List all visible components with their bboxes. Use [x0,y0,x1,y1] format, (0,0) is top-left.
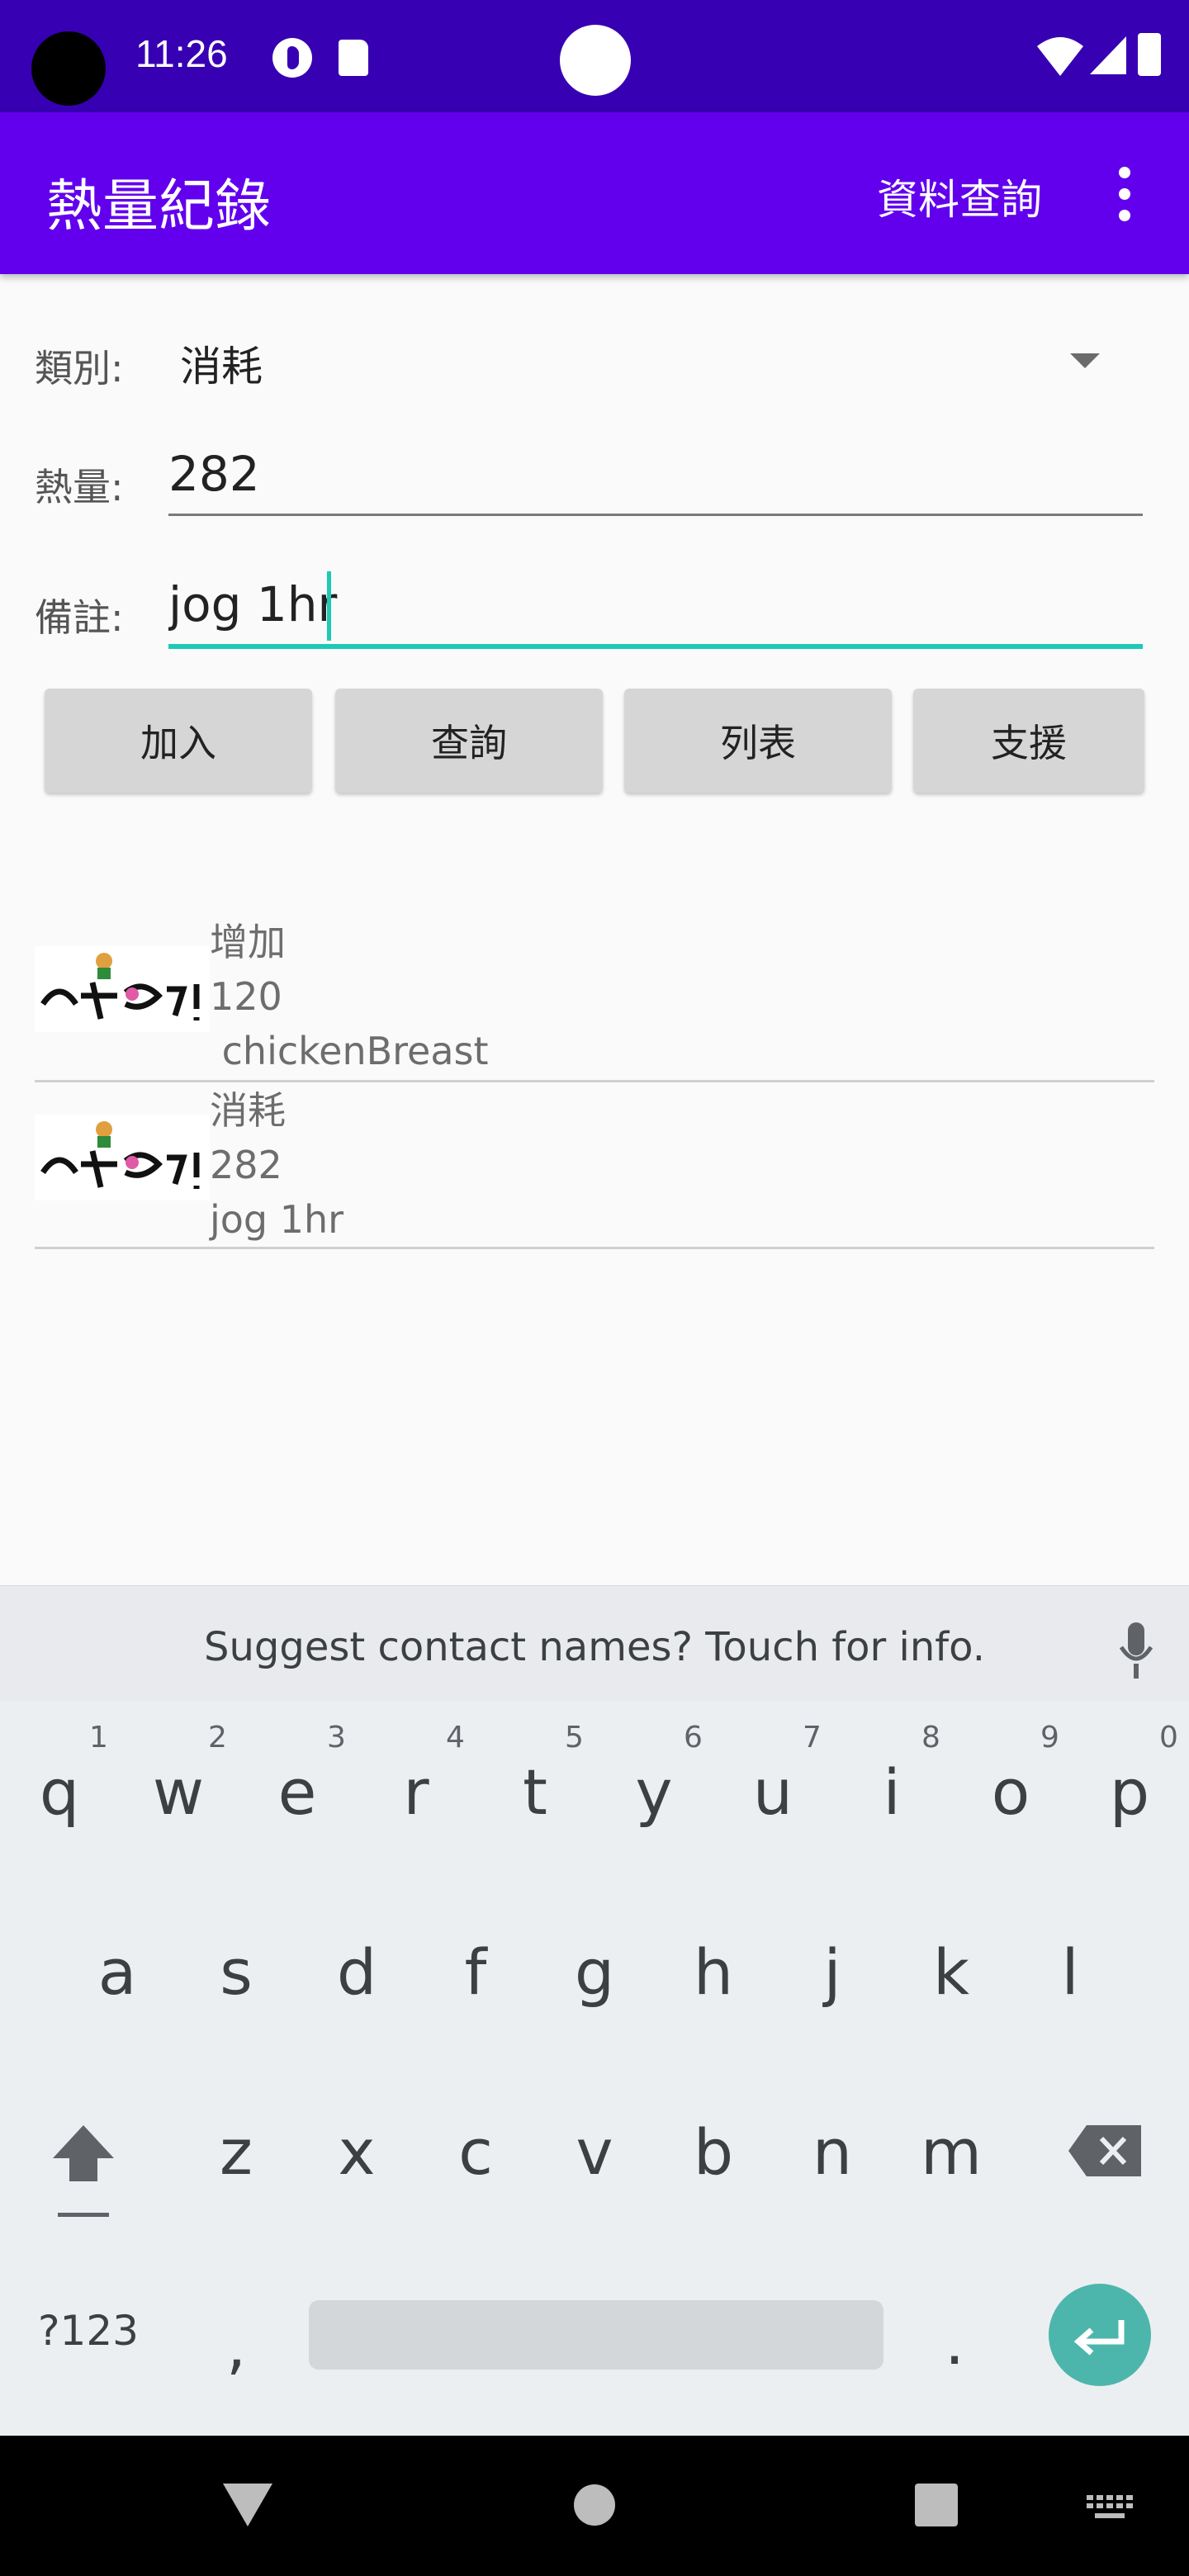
key-g[interactable]: g [561,1935,628,2009]
key-a[interactable]: a [84,1935,150,2009]
record-calories: 282 [210,1143,282,1187]
key-k[interactable]: k [918,1935,984,2009]
support-button[interactable]: 支援 [913,689,1144,793]
key-w[interactable]: w [145,1755,211,1829]
record-note: chickenBreast [210,1029,489,1073]
key-d[interactable]: d [324,1935,390,2009]
key-f[interactable]: f [443,1935,509,2009]
dropdown-arrow-icon[interactable] [1070,353,1100,368]
key-c[interactable]: c [443,2115,509,2189]
navigation-bar [0,2436,1189,2576]
key-i[interactable]: i [859,1755,925,1829]
suggestion-text[interactable]: Suggest contact names? Touch for info. [0,1624,1189,1670]
key-b[interactable]: b [680,2115,746,2189]
signal-icon [1090,36,1126,74]
record-type: 增加 [210,920,286,964]
key-hint-3: 3 [327,1721,346,1754]
data-query-menu-button[interactable]: 資料查詢 [877,167,1042,226]
key-o[interactable]: o [978,1755,1044,1829]
key-h[interactable]: h [680,1935,746,2009]
key-hint-4: 4 [446,1721,465,1754]
note-input[interactable] [168,576,1143,632]
category-label: 類別: [35,346,124,391]
sd-card-icon [339,40,368,76]
key-hint-9: 9 [1040,1721,1059,1754]
add-button[interactable]: 加入 [45,689,312,793]
key-x[interactable]: x [324,2115,390,2189]
home-icon[interactable] [573,2484,616,2526]
key-m[interactable]: m [918,2115,984,2189]
list-divider [35,1247,1154,1249]
overflow-menu-icon[interactable] [1115,167,1135,221]
calories-label: 熱量: [35,465,124,509]
recents-icon[interactable] [915,2484,958,2526]
key-n[interactable]: n [799,2115,865,2189]
list-item[interactable]: 消耗 282 jog 1hr [35,1083,1154,1252]
record-thumbnail [35,946,210,1032]
shift-icon[interactable] [48,2122,119,2218]
record-type: 消耗 [210,1088,286,1133]
category-spinner[interactable]: 消耗 [180,334,263,393]
comma-key[interactable]: , [226,2308,246,2382]
camera-cutout [31,31,106,106]
key-e[interactable]: e [264,1755,330,1829]
calories-input[interactable] [168,446,1143,502]
key-q[interactable]: q [26,1755,92,1829]
record-calories: 120 [210,974,282,1019]
note-underline [168,644,1143,649]
app-bar: 熱量紀錄 資料查詢 [0,112,1189,274]
enter-key[interactable] [1049,2284,1151,2386]
key-hint-6: 6 [684,1721,703,1754]
symbols-key[interactable]: ?123 [38,2307,139,2355]
note-label: 備註: [35,595,124,640]
microphone-icon[interactable] [1120,1622,1153,1680]
key-hint-1: 1 [89,1721,108,1754]
calories-underline [168,514,1143,516]
key-hint-8: 8 [921,1721,940,1754]
key-hint-7: 7 [803,1721,822,1754]
list-button[interactable]: 列表 [624,689,892,793]
key-j[interactable]: j [799,1935,865,2009]
period-key[interactable]: . [945,2305,964,2379]
notification-app-icon [272,38,312,78]
wifi-icon [1037,37,1083,76]
key-hint-2: 2 [208,1721,227,1754]
key-hint-5: 5 [565,1721,584,1754]
key-y[interactable]: y [621,1755,687,1829]
key-r[interactable]: r [383,1755,449,1829]
key-p[interactable]: p [1097,1755,1163,1829]
key-l[interactable]: l [1037,1935,1103,2009]
battery-icon [1138,33,1161,76]
key-z[interactable]: z [203,2115,269,2189]
record-note: jog 1hr [210,1197,344,1242]
suggestion-strip[interactable]: Suggest contact names? Touch for info. [0,1585,1189,1701]
text-cursor [327,571,331,641]
space-key[interactable] [309,2300,883,2370]
key-hint-0: 0 [1159,1721,1178,1754]
key-t[interactable]: t [502,1755,568,1829]
front-sensor-icon [560,25,631,96]
record-thumbnail [35,1115,210,1200]
app-title: 熱量紀錄 [46,174,272,239]
list-divider [35,1080,1154,1082]
list-item[interactable]: 增加 120 chickenBreast [35,915,1154,1083]
query-button[interactable]: 查詢 [335,689,603,793]
backspace-icon[interactable] [1068,2125,1141,2176]
key-s[interactable]: s [203,1935,269,2009]
status-time: 11:26 [135,32,228,75]
keyboard-switch-icon[interactable] [1087,2495,1133,2520]
back-icon[interactable] [223,2484,272,2526]
status-bar: 11:26 [0,0,1189,112]
key-u[interactable]: u [740,1755,806,1829]
key-v[interactable]: v [561,2115,628,2189]
enter-icon [1073,2320,1125,2356]
